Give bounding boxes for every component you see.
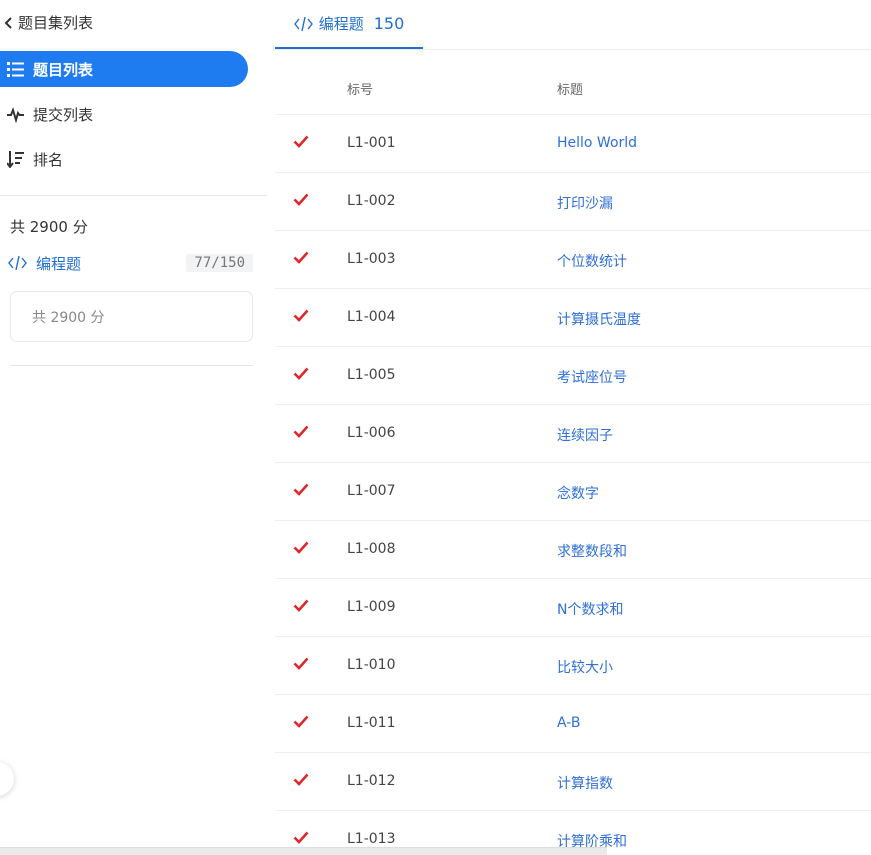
sidebar: 题目集列表 题目列表 提交列表 排名 共 2900 分 编程题 77/150 共… bbox=[0, 0, 270, 855]
problem-title-link[interactable]: 打印沙漏 bbox=[557, 193, 613, 213]
table-row[interactable]: L1-007 念数字 bbox=[275, 463, 871, 521]
table-row[interactable]: L1-002 打印沙漏 bbox=[275, 173, 871, 231]
problem-title-link[interactable]: 个位数统计 bbox=[557, 251, 627, 271]
problem-title-link[interactable]: 念数字 bbox=[557, 483, 599, 503]
list-icon bbox=[7, 61, 24, 77]
sidebar-item-submissions[interactable]: 提交列表 bbox=[0, 96, 248, 132]
divider bbox=[10, 365, 253, 366]
sidebar-item-ranking[interactable]: 排名 bbox=[0, 141, 248, 177]
table-row[interactable]: L1-001 Hello World bbox=[275, 115, 871, 173]
problem-number: L1-011 bbox=[347, 715, 396, 731]
table-row[interactable]: L1-012 计算指数 bbox=[275, 753, 871, 811]
table-header: 标号 标题 bbox=[275, 58, 871, 115]
column-header-title: 标题 bbox=[557, 83, 584, 98]
code-icon bbox=[8, 256, 27, 270]
sidebar-item-problem-list[interactable]: 题目列表 bbox=[0, 51, 248, 87]
main-content: 编程题 150 标号 标题 L1-001 Hello World L1-002 打印沙… bbox=[275, 0, 871, 855]
check-icon bbox=[293, 831, 309, 844]
problem-number: L1-010 bbox=[347, 657, 396, 673]
chevron-left-icon bbox=[4, 16, 12, 29]
check-icon bbox=[293, 657, 309, 670]
check-icon bbox=[293, 599, 309, 612]
tab-programming[interactable]: 编程题 150 bbox=[275, 0, 423, 49]
collapse-handle[interactable] bbox=[0, 762, 14, 796]
back-to-problem-sets-link[interactable]: 题目集列表 bbox=[4, 12, 93, 33]
tab-bar: 编程题 150 bbox=[275, 0, 871, 50]
problem-number: L1-003 bbox=[347, 251, 396, 267]
table-row[interactable]: L1-011 A-B bbox=[275, 695, 871, 753]
table-row[interactable]: L1-008 求整数段和 bbox=[275, 521, 871, 579]
problem-number: L1-008 bbox=[347, 541, 396, 557]
problem-number: L1-005 bbox=[347, 367, 396, 383]
problem-number: L1-012 bbox=[347, 773, 396, 789]
sidebar-item-label: 题目列表 bbox=[33, 60, 94, 79]
problem-title-link[interactable]: 计算指数 bbox=[557, 773, 613, 793]
problem-number: L1-013 bbox=[347, 831, 396, 847]
tab-label: 编程题 bbox=[318, 15, 364, 33]
problem-title-link[interactable]: 连续因子 bbox=[557, 425, 613, 445]
problem-number: L1-002 bbox=[347, 193, 396, 209]
problem-number: L1-007 bbox=[347, 483, 396, 499]
check-icon bbox=[293, 309, 309, 322]
table-row[interactable]: L1-004 计算摄氏温度 bbox=[275, 289, 871, 347]
problem-number: L1-006 bbox=[347, 425, 396, 441]
problem-number: L1-004 bbox=[347, 309, 396, 325]
table-row[interactable]: L1-010 比较大小 bbox=[275, 637, 871, 695]
check-icon bbox=[293, 773, 309, 786]
total-score: 共 2900 分 bbox=[10, 218, 88, 236]
problem-title-link[interactable]: 求整数段和 bbox=[557, 541, 627, 561]
category-label: 编程题 bbox=[36, 254, 82, 273]
check-icon bbox=[293, 425, 309, 438]
problem-title-link[interactable]: 计算摄氏温度 bbox=[557, 309, 641, 329]
check-icon bbox=[293, 715, 309, 728]
score-box: 共 2900 分 bbox=[10, 291, 253, 342]
problem-title-link[interactable]: A-B bbox=[557, 715, 580, 731]
check-icon bbox=[293, 367, 309, 380]
tab-count: 150 bbox=[373, 14, 405, 33]
category-programming[interactable]: 编程题 77/150 bbox=[8, 252, 253, 274]
category-progress: 77/150 bbox=[186, 254, 253, 272]
check-icon bbox=[293, 483, 309, 496]
problem-number: L1-009 bbox=[347, 599, 396, 615]
divider bbox=[0, 195, 267, 196]
sidebar-item-label: 排名 bbox=[33, 150, 64, 169]
sort-icon bbox=[7, 150, 24, 168]
check-icon bbox=[293, 541, 309, 554]
sidebar-item-label: 提交列表 bbox=[33, 105, 94, 124]
table-row[interactable]: L1-006 连续因子 bbox=[275, 405, 871, 463]
problem-title-link[interactable]: N个数求和 bbox=[557, 599, 623, 619]
column-header-number: 标号 bbox=[347, 83, 374, 98]
table-row[interactable]: L1-009 N个数求和 bbox=[275, 579, 871, 637]
check-icon bbox=[293, 135, 309, 148]
horizontal-scrollbar[interactable] bbox=[0, 847, 607, 855]
problem-title-link[interactable]: 考试座位号 bbox=[557, 367, 627, 387]
table-row[interactable]: L1-003 个位数统计 bbox=[275, 231, 871, 289]
problem-title-link[interactable]: 比较大小 bbox=[557, 657, 613, 677]
activity-icon bbox=[7, 106, 24, 123]
problem-number: L1-001 bbox=[347, 135, 396, 151]
check-icon bbox=[293, 193, 309, 206]
back-link-label: 题目集列表 bbox=[18, 14, 94, 32]
check-icon bbox=[293, 251, 309, 264]
problem-table-body: L1-001 Hello World L1-002 打印沙漏 L1-003 个位数统计 L1… bbox=[275, 115, 871, 855]
problem-title-link[interactable]: Hello World bbox=[557, 135, 637, 151]
table-row[interactable]: L1-005 考试座位号 bbox=[275, 347, 871, 405]
code-icon bbox=[293, 16, 313, 31]
